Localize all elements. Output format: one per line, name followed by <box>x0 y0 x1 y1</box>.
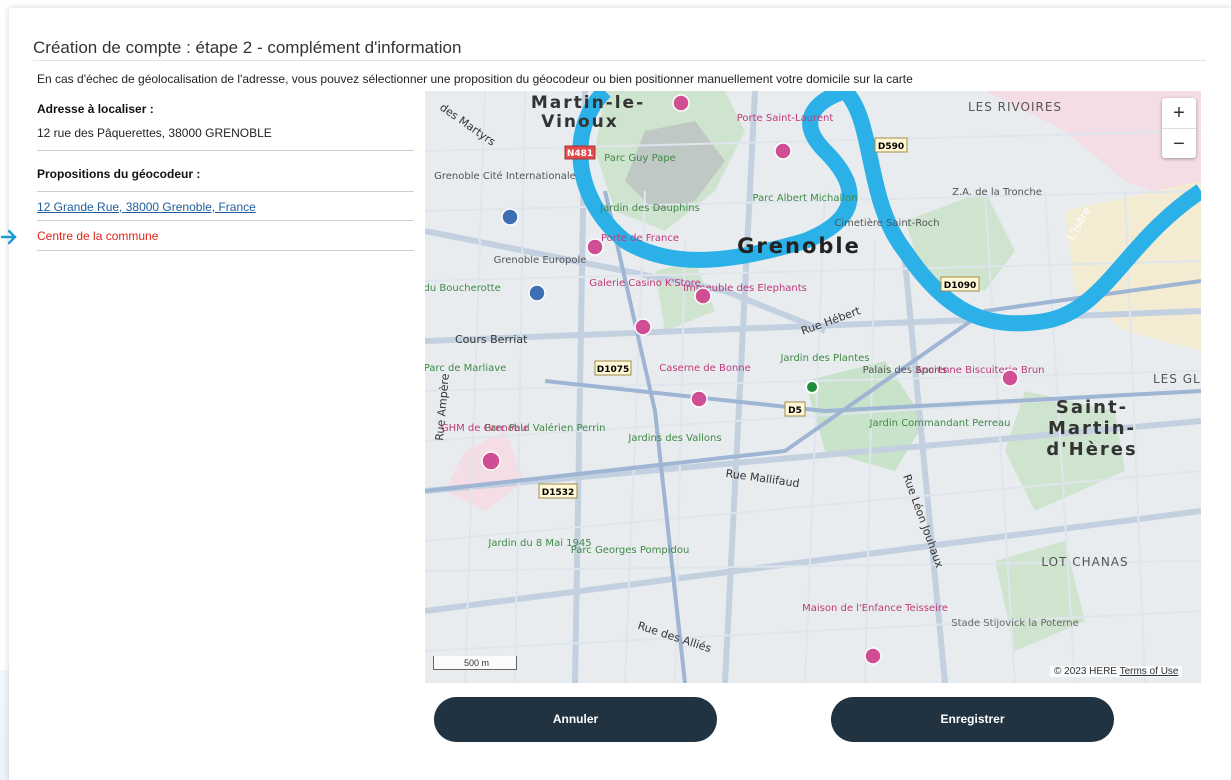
poi-za-tronche: Z.A. de la Tronche <box>952 187 1042 198</box>
divider <box>37 150 414 151</box>
poi-pin-icon <box>690 390 708 408</box>
map-label-les-gl: LES GL <box>1153 372 1201 386</box>
poi-grenoble-cite: Grenoble Cité Internationale <box>434 170 576 182</box>
page-title: Création de compte : étape 2 - complémen… <box>33 38 462 57</box>
map-label-dheres: d'Hères <box>1046 439 1137 460</box>
poi-cimetiere: Cimetière Saint-Roch <box>834 217 939 229</box>
road-shield-d5: D5 <box>788 406 802 416</box>
terms-of-use-link[interactable]: Terms of Use <box>1120 666 1179 677</box>
poi-pin-icon <box>864 647 882 665</box>
poi-jardin-des-dauphins: Jardin des Dauphins <box>599 203 700 214</box>
poi-porte-saint-laurent: Porte Saint-Laurent <box>737 113 834 124</box>
poi-parc-de-marliave: Parc de Marliave <box>425 363 506 374</box>
poi-pin-icon <box>694 287 712 305</box>
geocoder-suggestion-link[interactable]: 12 Grande Rue, 38000 Grenoble, France <box>37 200 256 214</box>
road-shield-d590: D590 <box>878 142 904 152</box>
divider <box>37 220 414 221</box>
map-label-vinoux: Vinoux <box>541 112 619 132</box>
arrow-right-icon <box>0 229 17 245</box>
map-label-grenoble: Grenoble <box>737 234 861 258</box>
poi-parc-albert: Parc Albert Michallon <box>753 193 858 204</box>
map-label-les-rivoires: LES RIVOIRES <box>968 100 1062 114</box>
road-shield-d1090: D1090 <box>944 281 977 291</box>
zoom-out-button[interactable]: − <box>1162 129 1196 159</box>
map-view[interactable]: D1075 D1532 D1090 D590 D5 N481 Martin-le… <box>425 91 1201 683</box>
poi-parc-guy-pape: Parc Guy Pape <box>604 153 676 164</box>
poi-parc-pompidou: Parc Georges Pompidou <box>571 545 690 556</box>
poi-pin-icon <box>586 238 604 256</box>
map-attribution: © 2023 HERE Terms of Use <box>1050 666 1183 677</box>
transit-icon <box>501 208 519 226</box>
save-button[interactable]: Enregistrer <box>831 697 1114 742</box>
map-canvas[interactable]: D1075 D1532 D1090 D590 D5 N481 Martin-le… <box>425 91 1201 683</box>
address-label: Adresse à localiser : <box>37 102 154 116</box>
map-label-saint: Saint- <box>1056 397 1128 418</box>
poi-jardin-des-plantes: Jardin des Plantes <box>779 353 869 364</box>
copyright-text: © 2023 HERE <box>1054 666 1117 677</box>
map-scale: 500 m <box>433 656 517 670</box>
road-shield-n481: N481 <box>567 149 593 159</box>
divider <box>37 191 414 192</box>
map-label-martin-le: Martin-le- <box>531 93 645 113</box>
poi-jardins-des-vallons: Jardins des Vallons <box>627 433 721 444</box>
poi-pin-icon <box>672 94 690 112</box>
street-cours-berriat: Cours Berriat <box>455 333 528 346</box>
zoom-in-button[interactable]: + <box>1162 98 1196 128</box>
map-label-martin: Martin- <box>1048 418 1136 439</box>
divider <box>37 250 414 251</box>
location-marker[interactable] <box>805 380 819 394</box>
title-divider <box>33 60 1206 61</box>
road-shield-d1075: D1075 <box>597 365 630 375</box>
poi-caserne-de-bonne: Caserne de Bonne <box>659 363 751 374</box>
poi-stade: Stade Stijovick la Poterne <box>951 618 1079 629</box>
transit-icon <box>528 284 546 302</box>
poi-porte-de-france: Porte de France <box>601 233 679 244</box>
intro-text: En cas d'échec de géolocalisation de l'a… <box>37 72 913 86</box>
hospital-icon <box>481 451 501 471</box>
cancel-button[interactable]: Annuler <box>434 697 717 742</box>
poi-jardin-commandant: Jardin Commandant Perreau <box>869 418 1011 429</box>
town-center-option[interactable]: Centre de la commune <box>37 229 414 243</box>
poi-parc-bouchayer: Parc du Boucherotte <box>425 283 501 294</box>
map-label-lot-chanas: LOT CHANAS <box>1041 555 1128 569</box>
poi-pin-icon <box>1001 369 1019 387</box>
road-shield-d1532: D1532 <box>542 488 575 498</box>
poi-ghm-grenoble: GHM de Grenoble <box>441 423 529 434</box>
geocoder-label: Propositions du géocodeur : <box>37 167 201 181</box>
poi-pin-icon <box>774 142 792 160</box>
poi-ancienne-biscuiterie: Ancienne Biscuiterie Brun <box>915 365 1044 376</box>
poi-pin-icon <box>634 318 652 336</box>
address-value: 12 rue des Pâquerettes, 38000 GRENOBLE <box>37 126 272 140</box>
poi-grenoble-europole: Grenoble Europole <box>494 255 587 266</box>
poi-maison-enfance: Maison de l'Enfance Teisseire <box>802 603 948 614</box>
zoom-control: + − <box>1162 98 1196 158</box>
